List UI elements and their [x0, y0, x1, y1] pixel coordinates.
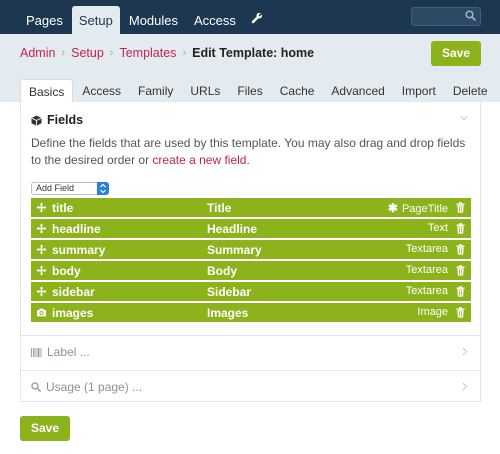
field-row[interactable]: body Body Textarea [31, 261, 471, 280]
tab-family[interactable]: Family [130, 79, 181, 102]
field-name[interactable]: headline [52, 222, 101, 236]
field-row[interactable]: headline Headline Text [31, 219, 471, 238]
move-icon[interactable] [36, 202, 47, 213]
breadcrumb-separator-icon: › [182, 47, 187, 59]
usage-section-header: Usage (1 page) ... [31, 380, 142, 394]
trash-icon[interactable] [456, 265, 465, 276]
field-type-label: Textarea [405, 264, 448, 276]
required-asterisk-icon: ✱ [387, 201, 398, 215]
chevron-right-icon [462, 347, 468, 356]
trash-icon[interactable] [456, 223, 465, 234]
field-label: Title [207, 201, 232, 215]
trash-icon[interactable] [456, 286, 465, 297]
top-nav: Pages Setup Modules Access [19, 6, 271, 34]
move-icon[interactable] [36, 265, 47, 276]
tab-basics[interactable]: Basics [20, 79, 74, 102]
field-type: Textarea [406, 264, 448, 276]
add-field-label: Add Field [36, 183, 75, 193]
field-row[interactable]: summary Summary Textarea [31, 240, 471, 259]
move-icon[interactable] [36, 286, 47, 297]
save-button-bottom[interactable]: Save [20, 416, 70, 441]
breadcrumb-templates[interactable]: Templates [119, 46, 176, 60]
tab-import[interactable]: Import [394, 79, 444, 102]
label-section-title: Label ... [47, 345, 90, 359]
cube-icon [31, 115, 42, 126]
tab-files[interactable]: Files [229, 79, 270, 102]
page-title: Edit Template: home [192, 46, 315, 60]
field-type-label: Textarea [405, 285, 448, 297]
field-type: Textarea [406, 243, 448, 255]
tab-access[interactable]: Access [74, 79, 129, 102]
template-tabs: Basics Access Family URLs Files Cache Ad… [20, 79, 497, 102]
field-type: ✱ PageTitle [388, 201, 448, 215]
chevron-right-icon [462, 382, 468, 391]
select-stepper-icon[interactable] [97, 182, 109, 195]
tab-urls[interactable]: URLs [182, 79, 228, 102]
nav-access[interactable]: Access [187, 6, 243, 34]
page-header: Admin › Setup › Templates › Edit Templat… [0, 34, 500, 102]
breadcrumb: Admin › Setup › Templates › Edit Templat… [20, 46, 314, 60]
search-box[interactable] [411, 7, 481, 26]
nav-modules[interactable]: Modules [122, 6, 185, 34]
fields-section-header[interactable]: Fields [31, 113, 83, 127]
field-name[interactable]: body [52, 264, 81, 278]
usage-section[interactable]: Usage (1 page) ... [21, 370, 480, 400]
field-type-label: Image [417, 306, 448, 318]
field-type: Text [428, 222, 448, 234]
field-name[interactable]: sidebar [52, 285, 95, 299]
save-button[interactable]: Save [431, 41, 481, 66]
camera-icon[interactable] [36, 307, 47, 318]
field-label: Images [207, 306, 249, 320]
nav-pages[interactable]: Pages [19, 6, 70, 34]
breadcrumb-admin[interactable]: Admin [20, 46, 55, 60]
description-period: . [246, 153, 250, 167]
nav-setup[interactable]: Setup [71, 6, 120, 34]
barcode-icon [31, 347, 42, 357]
chevron-down-icon[interactable] [460, 114, 468, 122]
breadcrumb-separator-icon: › [61, 47, 66, 59]
search-icon[interactable] [465, 10, 476, 21]
tab-cache[interactable]: Cache [272, 79, 323, 102]
breadcrumb-setup[interactable]: Setup [71, 46, 104, 60]
field-row[interactable]: title Title ✱ PageTitle [31, 198, 471, 217]
usage-section-title: Usage (1 page) ... [46, 380, 143, 394]
create-field-link[interactable]: create a new field [152, 153, 246, 167]
label-section-header: Label ... [31, 345, 90, 359]
label-section[interactable]: Label ... [21, 335, 480, 365]
field-row[interactable]: images Images Image [31, 303, 471, 322]
field-label: Summary [207, 243, 262, 257]
trash-icon[interactable] [456, 244, 465, 255]
field-row[interactable]: sidebar Sidebar Textarea [31, 282, 471, 301]
field-type-label: Textarea [405, 243, 448, 255]
move-icon[interactable] [36, 223, 47, 234]
move-icon[interactable] [36, 244, 47, 255]
wrench-icon[interactable] [245, 6, 269, 34]
field-type: Textarea [406, 285, 448, 297]
field-name[interactable]: title [52, 201, 73, 215]
add-field-select[interactable]: Add Field [31, 182, 109, 195]
trash-icon[interactable] [456, 202, 465, 213]
field-name[interactable]: images [52, 306, 93, 320]
field-type-label: Text [427, 222, 448, 234]
field-type-label: PageTitle [401, 203, 448, 215]
tab-advanced[interactable]: Advanced [323, 79, 392, 102]
breadcrumb-separator-icon: › [109, 47, 114, 59]
search-input[interactable] [412, 8, 466, 25]
field-type: Image [417, 306, 448, 318]
search-icon [31, 382, 41, 392]
basics-panel: Fields Define the fields that are used b… [20, 102, 481, 402]
field-label: Headline [207, 222, 258, 236]
fields-description: Define the fields that are used by this … [31, 135, 471, 169]
field-label: Sidebar [207, 285, 252, 299]
field-label: Body [207, 264, 237, 278]
field-name[interactable]: summary [52, 243, 105, 257]
tab-delete[interactable]: Delete [445, 79, 496, 102]
fields-section-title: Fields [47, 113, 84, 127]
trash-icon[interactable] [456, 307, 465, 318]
top-navigation-bar: Pages Setup Modules Access [0, 0, 500, 34]
field-list: title Title ✱ PageTitle headline Headline Text… [31, 198, 471, 324]
